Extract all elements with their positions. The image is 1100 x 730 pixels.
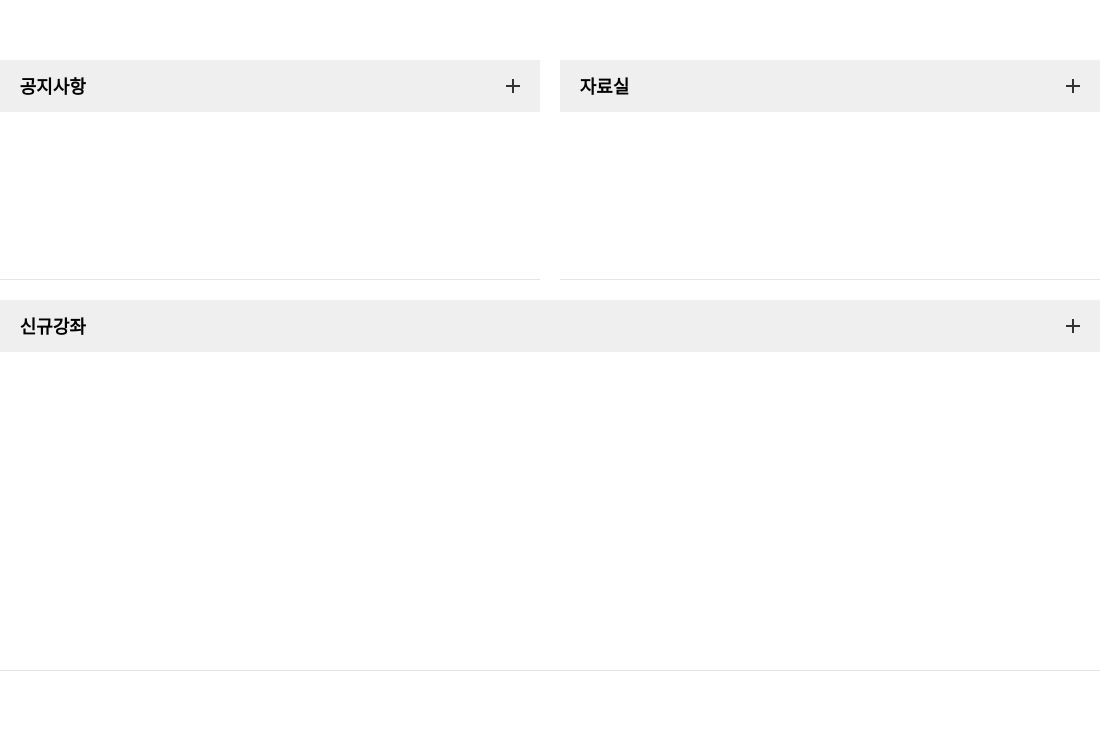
notice-panel-body xyxy=(0,112,540,279)
plus-icon[interactable] xyxy=(1066,79,1080,93)
archive-panel-title: 자료실 xyxy=(580,73,630,99)
top-row: 공지사항 자료실 xyxy=(0,60,1100,280)
archive-panel-body xyxy=(560,112,1100,279)
notice-panel-header: 공지사항 xyxy=(0,60,540,112)
archive-panel: 자료실 xyxy=(560,60,1100,280)
notice-panel-title: 공지사항 xyxy=(20,73,86,99)
new-course-panel: 신규강좌 xyxy=(0,300,1100,671)
new-course-panel-body xyxy=(0,352,1100,670)
plus-icon[interactable] xyxy=(506,79,520,93)
main-container: 공지사항 자료실 신규강좌 xyxy=(0,0,1100,671)
notice-panel: 공지사항 xyxy=(0,60,540,280)
new-course-panel-title: 신규강좌 xyxy=(20,313,86,339)
new-course-panel-header: 신규강좌 xyxy=(0,300,1100,352)
archive-panel-header: 자료실 xyxy=(560,60,1100,112)
plus-icon[interactable] xyxy=(1066,319,1080,333)
